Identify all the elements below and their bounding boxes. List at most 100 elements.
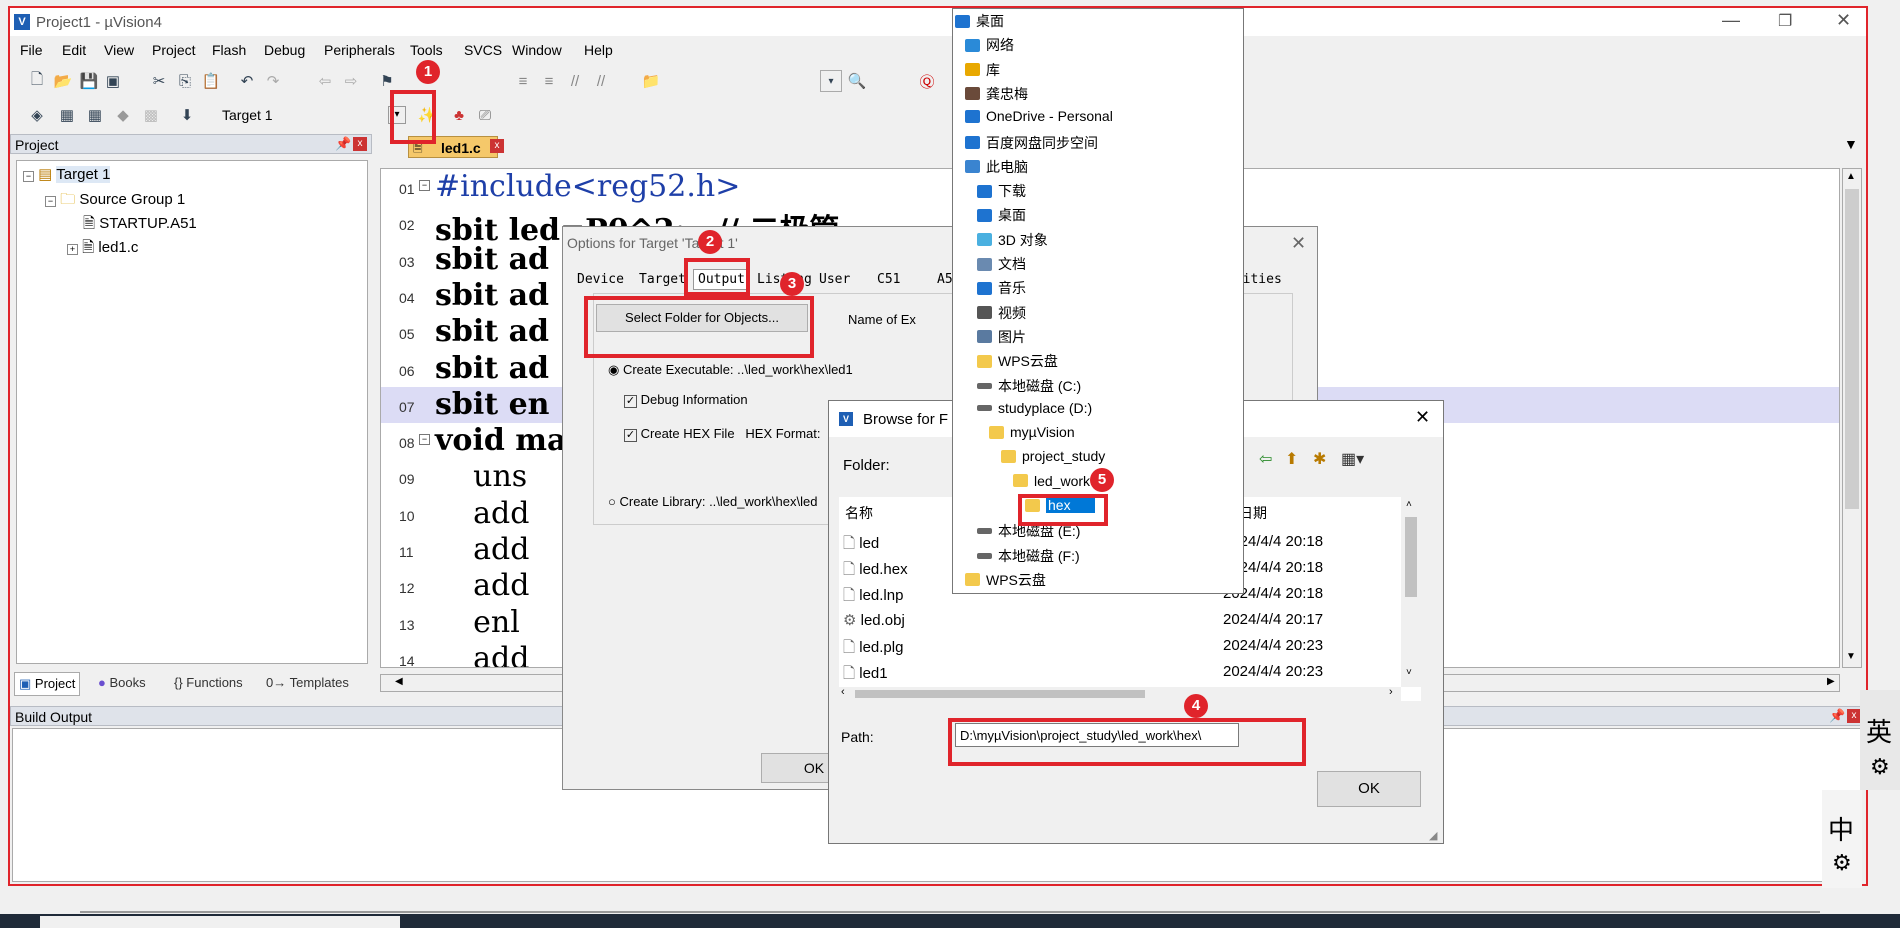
folder-tree-item-network[interactable]: 网络 [965,35,1014,55]
build-icon[interactable]: ▦ [56,104,78,126]
menu-view[interactable]: View [104,42,134,58]
ime-lang-label[interactable]: 英 [1866,712,1892,749]
scroll-right-icon[interactable]: ▶ [1827,676,1835,687]
tab-user[interactable]: User [819,272,850,287]
outdent-icon[interactable]: ≡ [538,70,560,92]
scroll-thumb[interactable] [1405,517,1417,597]
download-icon[interactable]: ⬇ [176,104,198,126]
fold-icon[interactable]: − [419,180,430,191]
back-icon[interactable]: ⇦ [314,70,336,92]
tab-list-icon[interactable]: ▼ [1844,136,1858,152]
tree-target[interactable]: − ▤ Target 1 [23,165,111,183]
indent-icon[interactable]: ≡ [512,70,534,92]
tab-a51[interactable]: A5 [937,272,953,287]
gear-icon[interactable]: ⚙ [1870,754,1890,780]
rebuild-icon[interactable]: ▦ [84,104,106,126]
file-row[interactable]: 🗋 led.hex [843,559,908,584]
close-panel-icon[interactable]: x [353,137,367,151]
folder-tree-item-drive-d[interactable]: studyplace (D:) [977,400,1092,416]
browse-ok-button[interactable]: OK [1317,771,1421,807]
tab-target[interactable]: Target [639,272,686,287]
pin-icon[interactable]: 📌 [1829,708,1845,724]
scroll-right-icon[interactable]: › [1389,686,1393,698]
menu-file[interactable]: File [20,42,43,58]
close-icon[interactable]: ✕ [1415,407,1430,428]
folder-tree-item-led-work[interactable]: led_work [1013,473,1090,489]
gear-icon[interactable]: ⚙ [1832,850,1852,876]
menu-svcs[interactable]: SVCS [464,42,502,58]
select-folder-button[interactable]: Select Folder for Objects... [596,304,808,332]
save-all-icon[interactable]: ▣ [102,70,124,92]
folder-tree-item-drive-c[interactable]: 本地磁盘 (C:) [977,376,1081,396]
menu-tools[interactable]: Tools [410,42,443,58]
find-icon[interactable]: 🔍 [846,70,868,92]
folder-tree-item-baidu-netdisk[interactable]: 百度网盘同步空间 [965,133,1098,153]
close-tab-icon[interactable]: x [490,139,504,153]
save-icon[interactable]: 💾 [78,70,100,92]
folder-tree-item-wps-cloud[interactable]: WPS云盘 [977,351,1058,371]
cut-icon[interactable]: ✂ [148,70,170,92]
folder-tree-item-music[interactable]: 音乐 [977,278,1026,298]
menu-project[interactable]: Project [152,42,196,58]
folder-tree-item-onedrive[interactable]: OneDrive - Personal [965,108,1113,124]
folder-tree-item-videos[interactable]: 视频 [977,303,1026,323]
folder-tree-item-pictures[interactable]: 图片 [977,327,1026,347]
bookmark-icon[interactable]: ⚑ [376,70,398,92]
close-button[interactable]: ✕ [1836,10,1851,31]
scroll-left-icon[interactable]: ◀ [395,676,403,687]
pin-icon[interactable]: 📌 [335,136,351,152]
redo-icon[interactable]: ↷ [262,70,284,92]
collapse-icon[interactable]: − [23,171,34,182]
tab-books[interactable]: ● Books [98,675,146,690]
scroll-thumb[interactable] [1845,189,1859,509]
tab-output[interactable]: Output [693,269,750,290]
undo-icon[interactable]: ↶ [236,70,258,92]
scroll-up-icon[interactable]: ˄ [1406,499,1412,510]
uncomment-icon[interactable]: // [590,70,612,92]
folder-tree-item-wps-cloud[interactable]: WPS云盘 [965,570,1046,590]
folder-tree-item-user[interactable]: 龚忠梅 [965,84,1028,104]
menu-peripherals[interactable]: Peripherals [324,42,395,58]
menu-edit[interactable]: Edit [62,42,86,58]
up-folder-icon[interactable]: ⬆ [1285,449,1298,469]
debug-start-icon[interactable]: Ⓠ [916,70,938,92]
batch-build-icon[interactable]: ◆ [112,104,134,126]
paste-icon[interactable]: 📋 [200,70,222,92]
translate-icon[interactable]: ◈ [26,104,48,126]
create-hex-checkbox[interactable]: ✓ Create HEX File HEX Format: [624,426,821,442]
debug-info-checkbox[interactable]: ✓ Debug Information [624,392,748,408]
taskbar-search[interactable] [40,916,400,928]
copy-icon[interactable]: ⎘ [174,70,196,92]
dropdown-icon[interactable]: ▾ [820,70,842,92]
file-row[interactable]: ⚙ led.obj [843,611,905,629]
scroll-up-icon[interactable]: ▲ [1846,171,1856,182]
file-row[interactable]: 🗋 led.plg [843,637,903,662]
tab-c51[interactable]: C51 [877,272,900,287]
back-icon[interactable]: ⇦ [1259,449,1272,469]
folder-tree-item-project-study[interactable]: project_study [1001,448,1105,464]
manage-components-icon[interactable]: ♣ [448,104,470,126]
menu-help[interactable]: Help [584,42,613,58]
file-row[interactable]: 🗋 led.lnp [843,585,903,610]
file-row[interactable]: 🗋 led [843,533,879,558]
tab-templates[interactable]: 0→ Templates [266,675,349,690]
menu-window[interactable]: Window [512,42,562,58]
folder-tree-item-hex[interactable]: hex [1025,497,1095,513]
menu-debug[interactable]: Debug [264,42,305,58]
create-exe-radio[interactable]: ◉ Create Executable: ..\led_work\hex\led… [608,362,853,378]
tree-file-startup[interactable]: 🗎 STARTUP.A51 [83,213,197,238]
folder-tree-item-drive-f[interactable]: 本地磁盘 (F:) [977,546,1080,566]
folder-tree-item-downloads[interactable]: 下载 [977,181,1026,201]
folder-tree-item-desktop[interactable]: 桌面 [977,205,1026,225]
scroll-down-icon[interactable]: ˅ [1406,667,1412,678]
ime-mode-label[interactable]: 中 [1828,810,1854,847]
tab-device[interactable]: Device [577,272,624,287]
close-icon[interactable]: ✕ [1291,233,1306,254]
folder-tree-item-3d-objects[interactable]: 3D 对象 [977,230,1048,250]
forward-icon[interactable]: ⇨ [340,70,362,92]
menu-flash[interactable]: Flash [212,42,246,58]
tree-file-led1[interactable]: + 🗎 led1.c [67,237,138,262]
file-list-vscroll[interactable]: ˄ ˅ [1401,497,1421,687]
open-file-icon[interactable]: 📂 [52,70,74,92]
file-row[interactable]: 🗋 led1 [843,663,888,688]
